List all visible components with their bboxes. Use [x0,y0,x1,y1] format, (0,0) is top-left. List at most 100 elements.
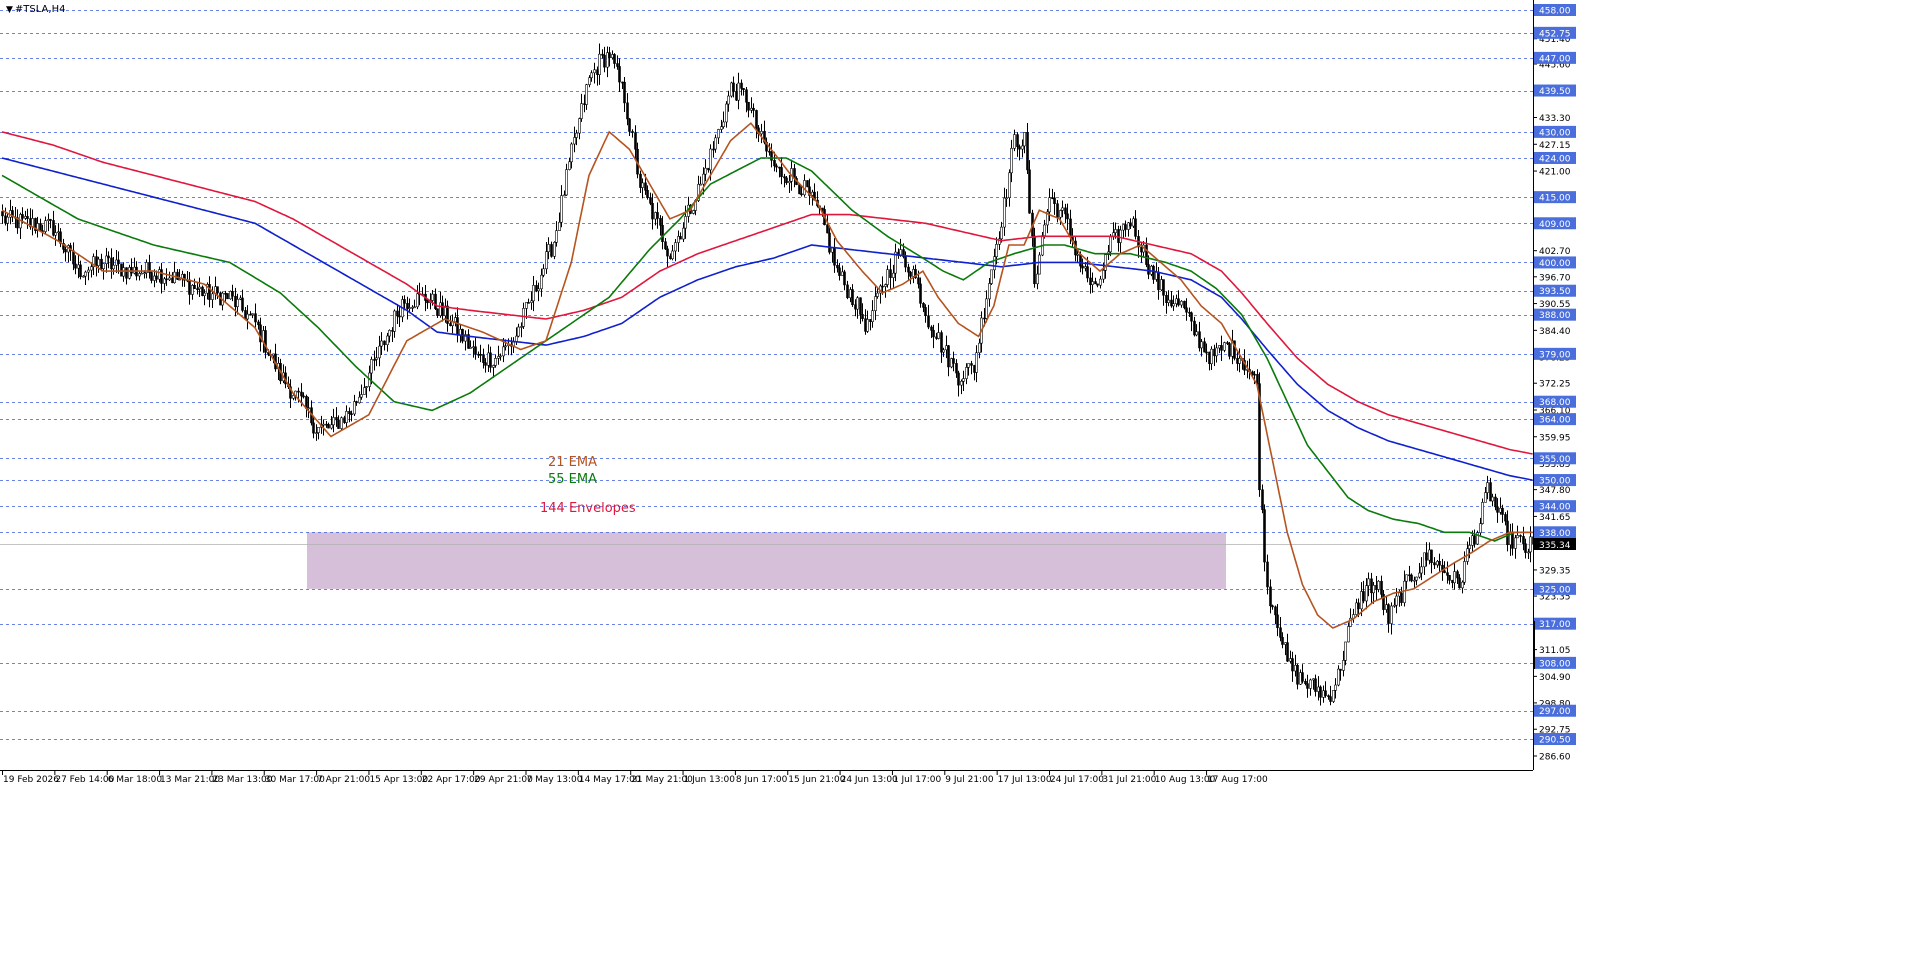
price-chart[interactable]: 451.40445.60433.30427.15421.00402.70396.… [0,0,1916,963]
candle-body [168,277,171,281]
candle-body [307,407,310,410]
candle-body [1489,482,1492,502]
candle-body [1496,506,1499,513]
chart-window[interactable]: 451.40 445.60 433.30 427.15 421.00 402.70 396.… [0,0,1916,963]
candle-body [370,359,373,374]
candle-body [456,317,459,336]
candle-body [1205,351,1208,354]
volume-edge-bar [1533,621,1535,669]
candle-body [330,424,333,429]
candle-body [317,426,320,433]
candle-body [547,244,550,252]
candle-body [1263,509,1266,563]
candle-body [1451,579,1454,584]
level-price-label[interactable]: 355.00 [1539,455,1571,465]
price-tick-label: 421.00 [1539,168,1571,178]
candle-body [335,417,338,421]
triangle-down-icon[interactable]: ▼ [6,5,13,15]
candle-body [527,302,530,304]
time-tick-label: 7 Apr 21:00 [317,775,370,785]
candle-body [995,243,998,257]
candle-body [545,251,548,270]
candle-body [363,387,366,395]
level-price-label[interactable]: 290.50 [1539,736,1571,746]
level-price-label[interactable]: 447.00 [1539,54,1571,64]
candle-body [300,391,303,397]
level-price-label[interactable]: 458.00 [1539,7,1571,17]
time-tick-label: 17 Jul 13:00 [998,775,1052,785]
candle-body [244,310,247,320]
candle-body [932,330,935,338]
candle-body [160,269,163,284]
candle-body [1473,535,1476,545]
candle-body [436,308,439,316]
candle-body [360,394,363,398]
time-tick-label: 31 Jul 21:00 [1102,775,1156,785]
candle-body [155,275,158,280]
candle-body [1380,580,1383,595]
price-tick-label: 311.05 [1539,646,1571,656]
level-price-label[interactable]: 344.00 [1539,503,1571,513]
candle-body [408,307,411,309]
level-price-label[interactable]: 393.50 [1539,287,1571,297]
candle-body [1228,343,1231,357]
candle-body [1516,535,1519,539]
level-price-label[interactable]: 338.00 [1539,529,1571,539]
candle-body [760,131,763,135]
level-price-label[interactable]: 317.00 [1539,620,1571,630]
level-price-label[interactable]: 297.00 [1539,707,1571,717]
candle-body [725,103,728,123]
candle-body [1522,536,1525,545]
price-tick-label: 384.40 [1539,327,1571,337]
candle-body [102,263,105,269]
price-axis[interactable]: 451.40445.60433.30427.15421.00402.70396.… [1533,0,1916,963]
candle-body [785,177,788,184]
level-price-label[interactable]: 350.00 [1539,477,1571,487]
candle-body [1294,664,1297,672]
symbol-title-text: #TSLA,H4 [14,4,66,15]
candle-body [44,220,47,232]
level-price-label[interactable]: 308.00 [1539,659,1571,669]
candle-body [1010,148,1013,174]
level-price-label[interactable]: 430.00 [1539,128,1571,138]
candle-body [1114,229,1117,233]
candle-body [970,363,973,366]
price-tick-label: 433.30 [1539,114,1571,124]
candle-body [72,250,75,265]
candle-body [1160,279,1163,291]
candle-body [682,227,685,240]
level-price-label[interactable]: 415.00 [1539,194,1571,204]
candle-body [1400,592,1403,603]
level-price-label[interactable]: 452.75 [1539,29,1571,39]
level-price-label[interactable]: 325.00 [1539,585,1571,595]
candle-body [100,258,103,269]
candle-body [780,167,783,177]
level-price-label[interactable]: 368.00 [1539,398,1571,408]
candle-body [426,300,429,304]
level-price-label[interactable]: 379.00 [1539,350,1571,360]
time-tick-label: 24 Jun 13:00 [841,775,898,785]
candle-body [618,66,621,83]
candle-body [1177,298,1180,306]
candle-body [1028,169,1031,214]
candle-body [522,308,525,327]
level-price-label[interactable]: 409.00 [1539,220,1571,230]
level-price-label[interactable]: 388.00 [1539,311,1571,321]
level-price-label[interactable]: 400.00 [1539,259,1571,269]
candle-body [702,173,705,185]
candle-body [188,279,191,295]
level-price-label[interactable]: 364.00 [1539,416,1571,426]
time-tick-label: 6 Mar 18:00 [108,775,163,785]
time-tick-label: 15 Jun 21:00 [788,775,845,785]
candle-body [1398,592,1401,597]
candle-body [664,241,667,250]
candle-body [1226,342,1229,344]
candle-body [517,326,520,337]
candle-body [1124,224,1127,230]
candle-body [580,103,583,119]
level-price-label[interactable]: 424.00 [1539,154,1571,164]
candle-body [892,272,895,278]
candle-body [502,346,505,357]
level-price-label[interactable]: 439.50 [1539,87,1571,97]
candle-body [1016,134,1019,147]
